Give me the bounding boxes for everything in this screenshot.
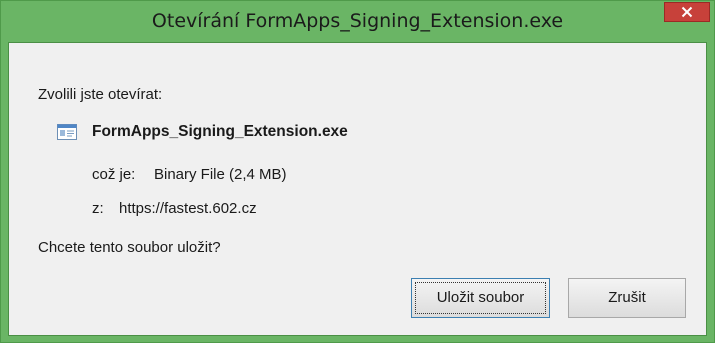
close-icon — [681, 6, 693, 18]
title-bar[interactable]: Otevírání FormApps_Signing_Extension.exe — [1, 1, 714, 42]
file-type-label: což je: — [92, 166, 136, 183]
file-download-dialog: Otevírání FormApps_Signing_Extension.exe… — [0, 0, 715, 343]
file-type-value: Binary File (2,4 MB) — [154, 166, 287, 183]
cancel-button[interactable]: Zrušit — [568, 278, 686, 318]
close-button[interactable] — [664, 2, 710, 22]
file-name: FormApps_Signing_Extension.exe — [92, 123, 348, 140]
open-prompt-label: Zvolili jste otevírat: — [38, 86, 163, 103]
file-source-url: https://fastest.602.cz — [119, 200, 257, 217]
executable-file-icon — [57, 124, 77, 140]
cancel-button-label: Zrušit — [608, 289, 646, 306]
save-file-button-label: Uložit soubor — [436, 289, 525, 306]
dialog-title: Otevírání FormApps_Signing_Extension.exe — [151, 10, 564, 32]
save-question-label: Chcete tento soubor uložit? — [38, 239, 221, 256]
file-source-label: z: — [92, 200, 104, 217]
save-file-button[interactable]: Uložit soubor — [411, 278, 550, 318]
